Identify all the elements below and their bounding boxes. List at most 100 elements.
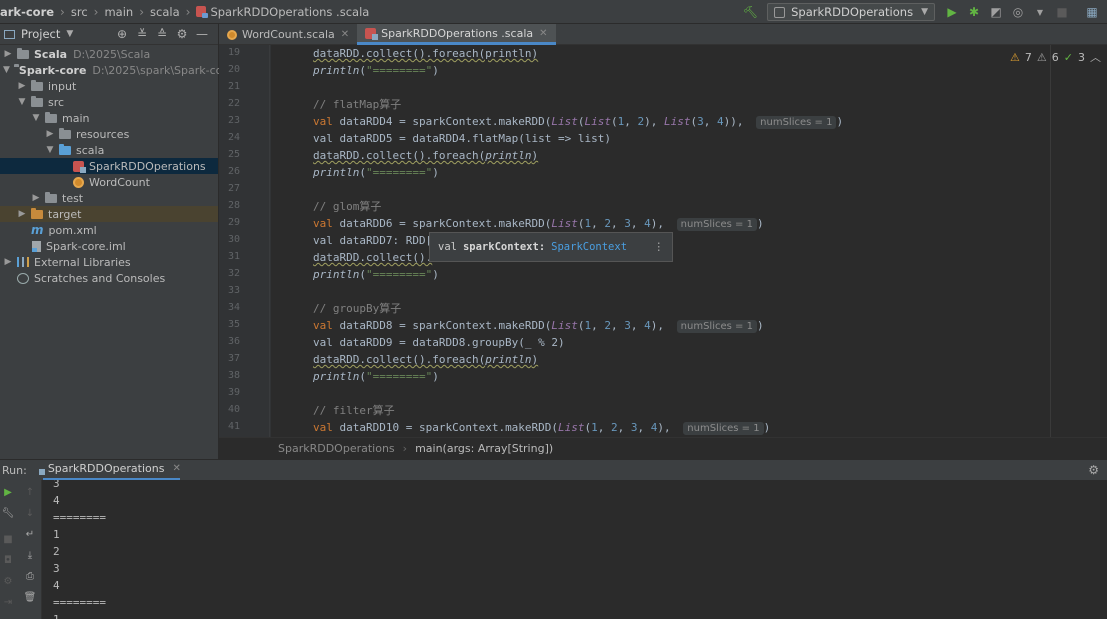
tree-item-path: D:\2025\spark\Spark-core [92, 63, 234, 77]
breadcrumb-main[interactable]: main [104, 5, 133, 19]
code-line-31[interactable]: dataRDD.collect(). [313, 249, 432, 266]
code-line-38[interactable]: println("========") [313, 368, 439, 385]
code-line-41[interactable]: val dataRDD10 = sparkContext.makeRDD(Lis… [313, 419, 770, 436]
breadcrumb-src[interactable]: src [71, 5, 88, 19]
build-hammer-icon[interactable]: 🔨︎ [741, 3, 759, 21]
chevron-down-icon[interactable]: ▼ [17, 97, 27, 107]
print-icon[interactable]: ⎙ [23, 569, 37, 583]
chevron-down-icon[interactable]: ▼ [31, 113, 41, 123]
gear-icon[interactable]: ⚙ [172, 27, 192, 41]
profile-icon[interactable]: ◎ [1009, 3, 1027, 21]
parameter-hint: numSlices = 1 [683, 422, 764, 435]
tree-item-scala-module[interactable]: ▶ Scala D:\2025\Scala [0, 46, 218, 62]
run-configuration-selector[interactable]: SparkRDDOperations ▼ [767, 3, 935, 21]
code-line-26[interactable]: println("========") [313, 164, 439, 181]
chevron-right-icon[interactable]: ▶ [31, 193, 41, 203]
chevron-down-icon[interactable]: ▼ [3, 65, 10, 75]
expand-all-icon[interactable]: ≚ [132, 27, 152, 41]
code-line-32[interactable]: println("========") [313, 266, 439, 283]
run-icon[interactable]: ▶ [943, 3, 961, 21]
close-icon[interactable]: ✕ [172, 463, 180, 474]
breadcrumb-project[interactable]: ark-core [0, 5, 54, 19]
console-output[interactable]: 3 4 ======== 1 2 3 4 ======== 1 [42, 480, 1107, 619]
project-structure-icon[interactable]: ▦ [1083, 3, 1101, 21]
code-line-19[interactable]: dataRDD.collect().foreach(println) [313, 45, 538, 62]
console-line: 1 [53, 528, 60, 541]
stop-icon[interactable]: ■ [1, 532, 15, 546]
tree-item-label: target [48, 207, 82, 221]
exit-icon[interactable]: ⇥ [1, 595, 15, 609]
run-with-coverage-icon[interactable]: ◩ [987, 3, 1005, 21]
code-line-28[interactable]: // glom算子 [313, 198, 381, 215]
tab-sparkrddoperations[interactable]: SparkRDDOperations .scala ✕ [357, 24, 556, 45]
arrow-up-icon[interactable]: ↑ [23, 485, 37, 499]
inspection-widget[interactable]: ⚠ 7 ⚠ 6 ✓ 3 ︿ [1005, 49, 1101, 65]
breadcrumb-object[interactable]: SparkRDDOperations [278, 442, 395, 455]
tree-item-sparkrddoperations[interactable]: SparkRDDOperations [0, 158, 218, 174]
soft-wrap-icon[interactable]: ↵ [23, 527, 37, 541]
close-icon[interactable]: ✕ [539, 28, 547, 39]
chevron-right-icon[interactable]: ▶ [3, 257, 13, 267]
chevron-down-icon[interactable]: ▼ [45, 145, 55, 155]
tree-item-scratches[interactable]: Scratches and Consoles [0, 270, 218, 286]
code-line-34[interactable]: // groupBy算子 [313, 300, 401, 317]
rerun-icon[interactable]: ▶ [1, 485, 15, 499]
more-run-options-icon[interactable]: ▼ [1031, 3, 1049, 21]
chevron-right-icon[interactable]: ▶ [3, 49, 13, 59]
tree-item-pom[interactable]: m pom.xml [0, 222, 218, 238]
project-view-label[interactable]: Project [21, 27, 60, 41]
close-icon[interactable]: ✕ [341, 29, 349, 40]
code-line-35[interactable]: val dataRDD8 = sparkContext.makeRDD(List… [313, 317, 764, 334]
code-line-22[interactable]: // flatMap算子 [313, 96, 401, 113]
code-line-20[interactable]: println("========") [313, 62, 439, 79]
chevron-down-icon[interactable]: ▼ [66, 29, 73, 39]
chevron-right-icon[interactable]: ▶ [45, 129, 55, 139]
chevron-right-icon: › [402, 442, 408, 455]
code-line-25[interactable]: dataRDD.collect().foreach(println) [313, 147, 538, 164]
tree-item-external-libraries[interactable]: ▶ External Libraries [0, 254, 218, 270]
line-number: 31 [227, 251, 240, 262]
tree-item-input[interactable]: ▶ input [0, 78, 218, 94]
tree-item-resources[interactable]: ▶ resources [0, 126, 218, 142]
project-tools: ⊕ ≚ ≙ ⚙ — [112, 27, 212, 41]
gear-icon[interactable]: ⚙ [1088, 463, 1099, 477]
run-tab-label: SparkRDDOperations [47, 462, 165, 475]
code-line-40[interactable]: // filter算子 [313, 402, 395, 419]
code-line-36[interactable]: val dataRDD9 = dataRDD8.groupBy(_ % 2) [313, 334, 565, 351]
code-line-37[interactable]: dataRDD.collect().foreach(println) [313, 351, 538, 368]
locate-file-icon[interactable]: ⊕ [112, 27, 132, 41]
tooltip-type-link[interactable]: SparkContext [551, 241, 627, 253]
more-options-icon[interactable]: ⋮ [654, 241, 665, 253]
tree-item-spark-core-module[interactable]: ▼ Spark-core D:\2025\spark\Spark-core [0, 62, 233, 78]
tree-item-src[interactable]: ▼ src [0, 94, 218, 110]
hide-icon[interactable]: — [192, 27, 212, 41]
editor-breadcrumb: SparkRDDOperations › main(args: Array[St… [219, 437, 1107, 459]
run-tab-sparkrddoperations[interactable]: SparkRDDOperations ✕ [38, 460, 181, 481]
tree-item-iml[interactable]: Spark-core.iml [0, 238, 218, 254]
code-line-29[interactable]: val dataRDD6 = sparkContext.makeRDD(List… [313, 215, 764, 232]
tab-wordcount[interactable]: WordCount.scala ✕ [219, 24, 357, 45]
collapse-all-icon[interactable]: ≙ [152, 27, 172, 41]
tree-item-scala-source[interactable]: ▼ scala [0, 142, 218, 158]
tree-item-target[interactable]: ▶ target [0, 206, 218, 222]
debug-icon[interactable]: ✱ [965, 3, 983, 21]
camera-icon[interactable]: ◘ [1, 553, 15, 567]
wrench-icon[interactable]: 🔧︎ [1, 506, 15, 520]
tree-item-wordcount[interactable]: WordCount [0, 174, 218, 190]
scroll-to-end-icon[interactable]: ⤓ [23, 548, 37, 562]
code-line-30[interactable]: val dataRDD7: RDD[ [313, 232, 432, 249]
stop-icon[interactable]: ■ [1053, 3, 1071, 21]
arrow-down-icon[interactable]: ↓ [23, 506, 37, 520]
code-line-24[interactable]: val dataRDD5 = dataRDD4.flatMap(list => … [313, 130, 611, 147]
breadcrumb-file[interactable]: SparkRDDOperations .scala [196, 5, 369, 19]
settings-icon[interactable]: ⚙ [1, 574, 15, 588]
chevron-right-icon[interactable]: ▶ [17, 81, 27, 91]
code-line-23[interactable]: val dataRDD4 = sparkContext.makeRDD(List… [313, 113, 843, 130]
chevron-up-icon[interactable]: ︿ [1090, 49, 1101, 65]
tree-item-main[interactable]: ▼ main [0, 110, 218, 126]
trash-icon[interactable]: 🗑︎ [23, 590, 37, 604]
breadcrumb-scala[interactable]: scala [150, 5, 180, 19]
tree-item-test[interactable]: ▶ test [0, 190, 218, 206]
chevron-right-icon[interactable]: ▶ [17, 209, 27, 219]
breadcrumb-method[interactable]: main(args: Array[String]) [415, 442, 553, 455]
